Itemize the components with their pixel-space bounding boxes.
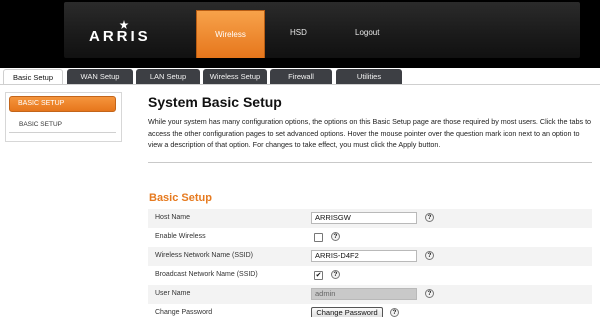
nav-logout[interactable]: Logout xyxy=(355,28,379,37)
sidebar-header-basic-setup[interactable]: BASIC SETUP xyxy=(9,96,116,112)
row-host-name: Host Name ARRISGW ? xyxy=(148,209,592,228)
page-description: While your system has many configuration… xyxy=(148,117,592,149)
help-icon[interactable]: ? xyxy=(390,308,399,317)
tab-lan-setup[interactable]: LAN Setup xyxy=(136,69,200,84)
row-enable-wireless: Enable Wireless ? xyxy=(148,228,592,247)
help-icon[interactable]: ? xyxy=(331,270,340,279)
broadcast-ssid-label: Broadcast Network Name (SSID) xyxy=(155,271,258,278)
help-icon[interactable]: ? xyxy=(425,213,434,222)
enable-wireless-label: Enable Wireless xyxy=(155,233,206,240)
broadcast-ssid-checkbox[interactable]: ✔ xyxy=(314,271,323,280)
tab-firewall[interactable]: Firewall xyxy=(270,69,332,84)
sidebar-divider xyxy=(9,132,116,133)
ssid-input[interactable]: ARRIS-D4F2 xyxy=(311,250,417,262)
row-broadcast-ssid: Broadcast Network Name (SSID) ✔ ? xyxy=(148,266,592,285)
tab-divider xyxy=(0,84,600,85)
router-setup-page: ARRIS Wireless HSD Logout Basic Setup WA… xyxy=(0,0,600,317)
help-icon[interactable]: ? xyxy=(425,251,434,260)
user-name-input[interactable]: admin xyxy=(311,288,417,300)
nav-wireless[interactable]: Wireless xyxy=(196,10,265,58)
section-title: Basic Setup xyxy=(149,192,212,204)
user-name-label: User Name xyxy=(155,290,191,297)
row-change-password: Change Password Change Password ? xyxy=(148,304,592,317)
host-name-label: Host Name xyxy=(155,214,191,221)
help-icon[interactable]: ? xyxy=(425,289,434,298)
help-icon[interactable]: ? xyxy=(331,232,340,241)
change-password-label: Change Password xyxy=(155,309,213,316)
brand-logo: ARRIS xyxy=(89,28,151,45)
row-user-name: User Name admin ? xyxy=(148,285,592,304)
change-password-button[interactable]: Change Password xyxy=(311,307,383,317)
enable-wireless-checkbox[interactable] xyxy=(314,233,323,242)
tab-basic-setup[interactable]: Basic Setup xyxy=(3,69,63,84)
nav-wireless-label: Wireless xyxy=(215,30,246,39)
tab-wireless-setup[interactable]: Wireless Setup xyxy=(203,69,267,84)
tab-wan-setup[interactable]: WAN Setup xyxy=(67,69,133,84)
host-name-input[interactable]: ARRISGW xyxy=(311,212,417,224)
tab-utilities[interactable]: Utilities xyxy=(336,69,402,84)
ssid-label: Wireless Network Name (SSID) xyxy=(155,252,254,259)
content-divider xyxy=(148,162,592,163)
nav-hsd[interactable]: HSD xyxy=(290,28,307,37)
sidebar-item-basic-setup[interactable]: BASIC SETUP xyxy=(9,118,116,132)
page-title: System Basic Setup xyxy=(148,94,282,110)
row-ssid: Wireless Network Name (SSID) ARRIS-D4F2 … xyxy=(148,247,592,266)
